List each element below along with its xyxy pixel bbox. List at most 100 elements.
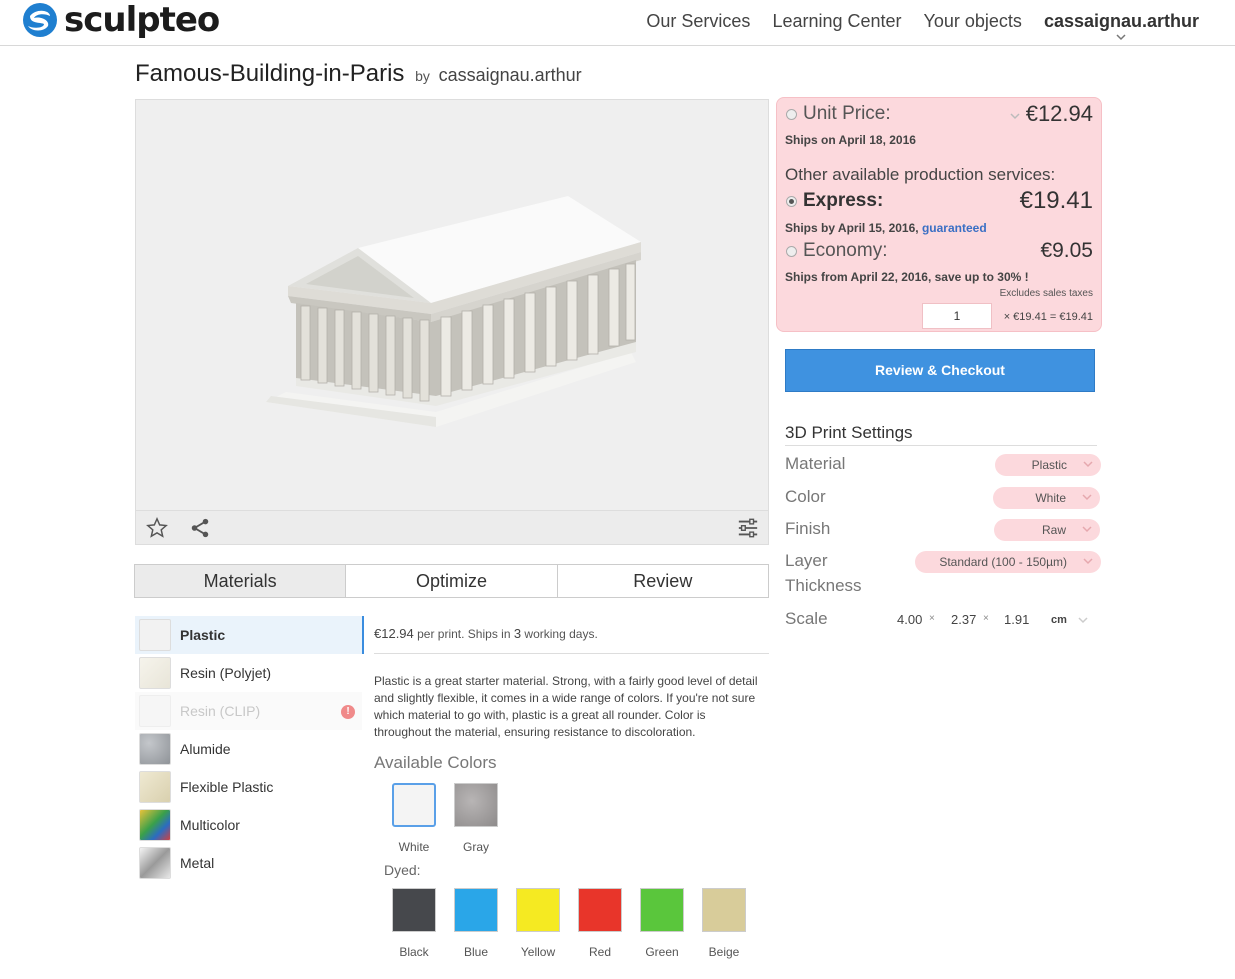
material-item-metal[interactable]: Metal: [135, 844, 362, 882]
color-select[interactable]: White: [993, 487, 1100, 509]
economy-ship: Ships from April 22, 2016, save up to 30…: [785, 270, 1029, 284]
express-label: Express:: [803, 190, 884, 211]
material-label: Flexible Plastic: [180, 779, 274, 795]
available-colors-title: Available Colors: [374, 753, 497, 772]
material-price-line: €12.94 per print. Ships in 3 working day…: [374, 616, 769, 654]
user-menu[interactable]: cassaignau.arthur: [1044, 10, 1199, 41]
unit-price-radio[interactable]: [786, 109, 797, 120]
finish-select-value: Raw: [1041, 523, 1066, 537]
express-ship: Ships by April 15, 2016, guaranteed: [785, 221, 987, 235]
color-label: Green: [645, 945, 679, 959]
selected-indicator: [362, 616, 364, 654]
chevron-down-icon[interactable]: [1078, 616, 1088, 624]
color-swatch[interactable]: [454, 783, 498, 827]
material-select[interactable]: Plastic: [995, 454, 1101, 476]
page-title: Famous-Building-in-Paris by cassaignau.a…: [135, 60, 582, 88]
dyed-color-options: Black Blue Yellow Red Green Beige: [383, 888, 769, 959]
share-icon[interactable]: [188, 517, 212, 539]
other-services-label: Other available production services:: [785, 165, 1056, 184]
by-label: by: [415, 68, 430, 84]
nav-your-objects[interactable]: Your objects: [924, 10, 1022, 32]
color-swatch[interactable]: [578, 888, 622, 932]
color-option-black[interactable]: Black: [383, 888, 445, 959]
unit-price-label: Unit Price:: [803, 103, 891, 124]
chevron-down-icon: [1116, 34, 1126, 41]
color-option-white[interactable]: White: [383, 783, 445, 854]
total-price: × €19.41 = €19.41: [1003, 311, 1093, 323]
material-item-resin-clip[interactable]: Resin (CLIP) !: [135, 692, 362, 730]
color-option-beige[interactable]: Beige: [693, 888, 755, 959]
logo[interactable]: sculpteo: [22, 2, 220, 38]
object-name: Famous-Building-in-Paris: [135, 60, 405, 87]
scale-x-input[interactable]: 4.00: [897, 612, 922, 627]
nav-learning-center[interactable]: Learning Center: [772, 10, 901, 32]
scale-y-input[interactable]: 2.37: [951, 612, 976, 627]
material-description: Plastic is a great starter material. Str…: [374, 674, 758, 739]
material-swatch: [139, 619, 171, 651]
material-label: Multicolor: [180, 817, 240, 833]
settings-sliders-icon[interactable]: [736, 517, 760, 539]
material-label: Resin (CLIP): [180, 703, 261, 719]
print-settings-title: 3D Print Settings: [785, 423, 1097, 446]
warning-icon: !: [341, 705, 355, 719]
economy-radio[interactable]: [786, 246, 797, 257]
top-bar: sculpteo Our Services Learning Center Yo…: [0, 0, 1235, 46]
model-viewer[interactable]: [135, 99, 769, 545]
color-option-green[interactable]: Green: [631, 888, 693, 959]
color-option-blue[interactable]: Blue: [445, 888, 507, 959]
guaranteed-link[interactable]: guaranteed: [922, 221, 987, 235]
layer-setting-label: Layer: [785, 551, 828, 570]
main-nav: Our Services Learning Center Your object…: [646, 10, 1199, 41]
quantity-input[interactable]: 1: [922, 303, 992, 329]
product-tabs: Materials Optimize Review: [134, 564, 769, 598]
tab-optimize[interactable]: Optimize: [346, 565, 558, 597]
color-option-yellow[interactable]: Yellow: [507, 888, 569, 959]
tab-review[interactable]: Review: [557, 565, 768, 597]
express-radio[interactable]: [786, 196, 797, 207]
economy-price: €9.05: [1040, 239, 1093, 262]
color-options: White Gray: [383, 783, 769, 854]
layer-setting-label-2: Thickness: [785, 576, 862, 595]
material-item-flexible-plastic[interactable]: Flexible Plastic: [135, 768, 362, 806]
material-item-multicolor[interactable]: Multicolor: [135, 806, 362, 844]
color-label: Black: [399, 945, 429, 959]
color-label: White: [398, 840, 430, 854]
material-item-alumide[interactable]: Alumide: [135, 730, 362, 768]
tab-materials[interactable]: Materials: [135, 565, 347, 597]
color-label: Red: [588, 945, 611, 959]
color-swatch[interactable]: [392, 888, 436, 932]
layer-select-value: Standard (100 - 150µm): [939, 555, 1067, 569]
author-link[interactable]: cassaignau.arthur: [439, 65, 582, 85]
color-swatch[interactable]: [516, 888, 560, 932]
material-label: Alumide: [180, 741, 231, 757]
color-swatch[interactable]: [640, 888, 684, 932]
material-label: Resin (Polyjet): [180, 665, 272, 681]
material-select-value: Plastic: [1031, 458, 1067, 472]
material-item-resin-polyjet[interactable]: Resin (Polyjet): [135, 654, 362, 692]
color-swatch[interactable]: [392, 783, 436, 827]
color-label: Blue: [463, 945, 489, 959]
material-setting-label: Material: [785, 454, 846, 473]
layer-thickness-select[interactable]: Standard (100 - 150µm): [915, 551, 1101, 573]
star-icon[interactable]: [145, 517, 169, 539]
nav-our-services[interactable]: Our Services: [646, 10, 750, 32]
pricing-panel: Unit Price: €12.94 Ships on April 18, 20…: [776, 97, 1102, 332]
color-swatch[interactable]: [702, 888, 746, 932]
review-checkout-button[interactable]: Review & Checkout: [785, 349, 1095, 392]
unit-price-value: €12.94: [1025, 101, 1093, 126]
material-swatch: [139, 771, 171, 803]
finish-select[interactable]: Raw: [994, 519, 1100, 541]
chevron-down-icon[interactable]: [1009, 111, 1021, 121]
price-rest: per print. Ships in: [417, 627, 511, 641]
material-label: Metal: [180, 855, 215, 871]
scale-z-input[interactable]: 1.91: [1004, 612, 1029, 627]
material-item-plastic[interactable]: Plastic: [135, 616, 362, 654]
color-option-red[interactable]: Red: [569, 888, 631, 959]
color-swatch[interactable]: [454, 888, 498, 932]
color-option-gray[interactable]: Gray: [445, 783, 507, 854]
chevron-down-icon: [1083, 558, 1093, 565]
express-price: €19.41: [1019, 187, 1093, 214]
building-model-image: [266, 196, 641, 427]
express-ship-date: Ships by April 15, 2016,: [785, 221, 919, 235]
excludes-taxes: Excludes sales taxes: [999, 288, 1093, 299]
